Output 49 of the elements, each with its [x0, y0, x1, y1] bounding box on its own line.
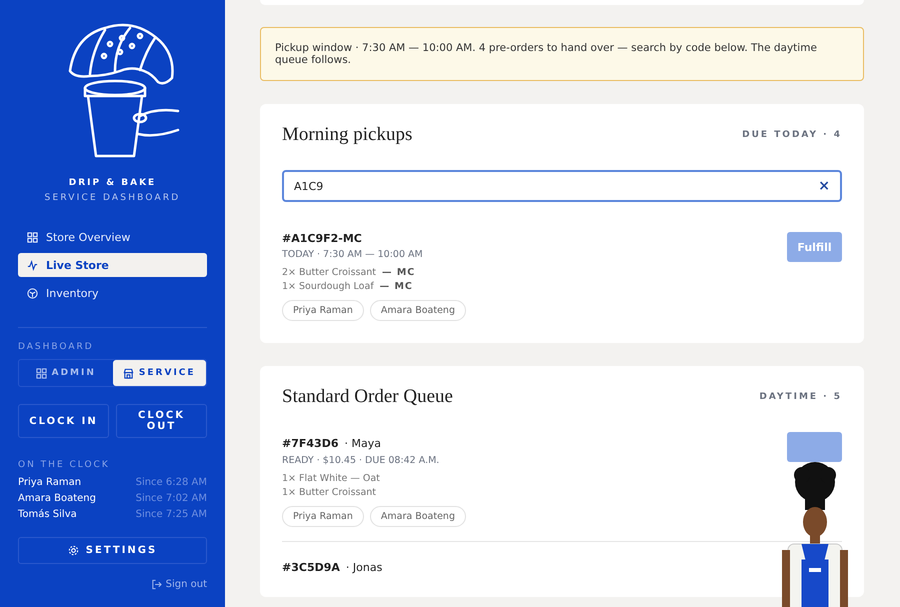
count-label: DAYTIME · 5	[759, 392, 842, 402]
store-icon	[122, 368, 134, 378]
order-meta: READY · $10.45 · DUE 08:42 A.M.	[282, 455, 440, 466]
order-item: 1× Butter Croissant	[282, 487, 378, 498]
clock-button[interactable]: CLOCK OUT	[116, 404, 207, 438]
order-code: #3C5D9A	[282, 561, 340, 574]
grid-icon	[27, 232, 38, 242]
staff-tag: Priya Raman	[282, 506, 364, 527]
order-meta: TODAY · 7:30 AM — 10:00 AM	[282, 249, 424, 260]
clear-button[interactable]: ×	[818, 178, 830, 194]
clock-button[interactable]: CLOCK IN	[18, 404, 109, 438]
section-title: Morning pickups	[282, 124, 412, 146]
nav-item[interactable]: Store Overview	[18, 225, 207, 249]
clock-in-time: Since 7:02 AM	[136, 493, 207, 504]
search-field[interactable]: A1C9 ×	[282, 170, 842, 202]
grid-icon	[36, 368, 47, 378]
customer-name: · Jonas	[346, 561, 382, 574]
pulse-icon	[27, 260, 38, 270]
mode-tab[interactable]: ADMIN	[19, 360, 112, 386]
brand-name: DRIP & BAKE	[68, 178, 158, 188]
customer-initials: — MC	[380, 281, 413, 292]
clock-in-time: Since 6:28 AM	[136, 477, 207, 488]
info-banner: Pickup window · 7:30 AM — 10:00 AM. 4 pre-orders to hand over — search by code below. The daytime queue follows.	[260, 27, 864, 81]
staff-tag: Amara Boateng	[370, 300, 466, 321]
sign-out-icon	[150, 579, 162, 590]
nav-item[interactable]: Inventory	[18, 281, 207, 305]
order-item: 1× Sourdough Loaf	[282, 281, 374, 292]
order-item: 2× Butter Croissant	[282, 267, 376, 278]
staff-tag: Priya Raman	[282, 300, 364, 321]
settings-button[interactable]: SETTINGS	[18, 537, 207, 564]
sign-out-link[interactable]: Sign out	[150, 579, 207, 590]
customer-initials: — MC	[382, 267, 416, 278]
mode-tab[interactable]: SERVICE	[112, 360, 206, 386]
brand-subtitle: SERVICE DASHBOARD	[44, 193, 182, 203]
order-code: #A1C9F2-MC	[282, 232, 363, 245]
section-label: ON THE CLOCK	[18, 460, 111, 470]
staff-name: Amara Boateng	[18, 493, 96, 504]
settings-icon	[68, 545, 79, 556]
staff-tag: Amara Boateng	[370, 506, 466, 527]
count-label: DUE TODAY · 4	[742, 130, 842, 140]
section-label: DASHBOARD	[18, 342, 95, 352]
clock-in-time: Since 7:25 AM	[136, 509, 207, 520]
order-item: 1× Flat White — Oat	[282, 473, 381, 484]
staff-name: Tomás Silva	[18, 509, 77, 520]
nav-item[interactable]: Live Store	[18, 253, 207, 277]
staff-name: Priya Raman	[18, 477, 82, 488]
order-code: #7F43D6	[282, 437, 338, 450]
section-title: Standard Order Queue	[282, 386, 453, 408]
customer-name: · Maya	[344, 437, 381, 450]
